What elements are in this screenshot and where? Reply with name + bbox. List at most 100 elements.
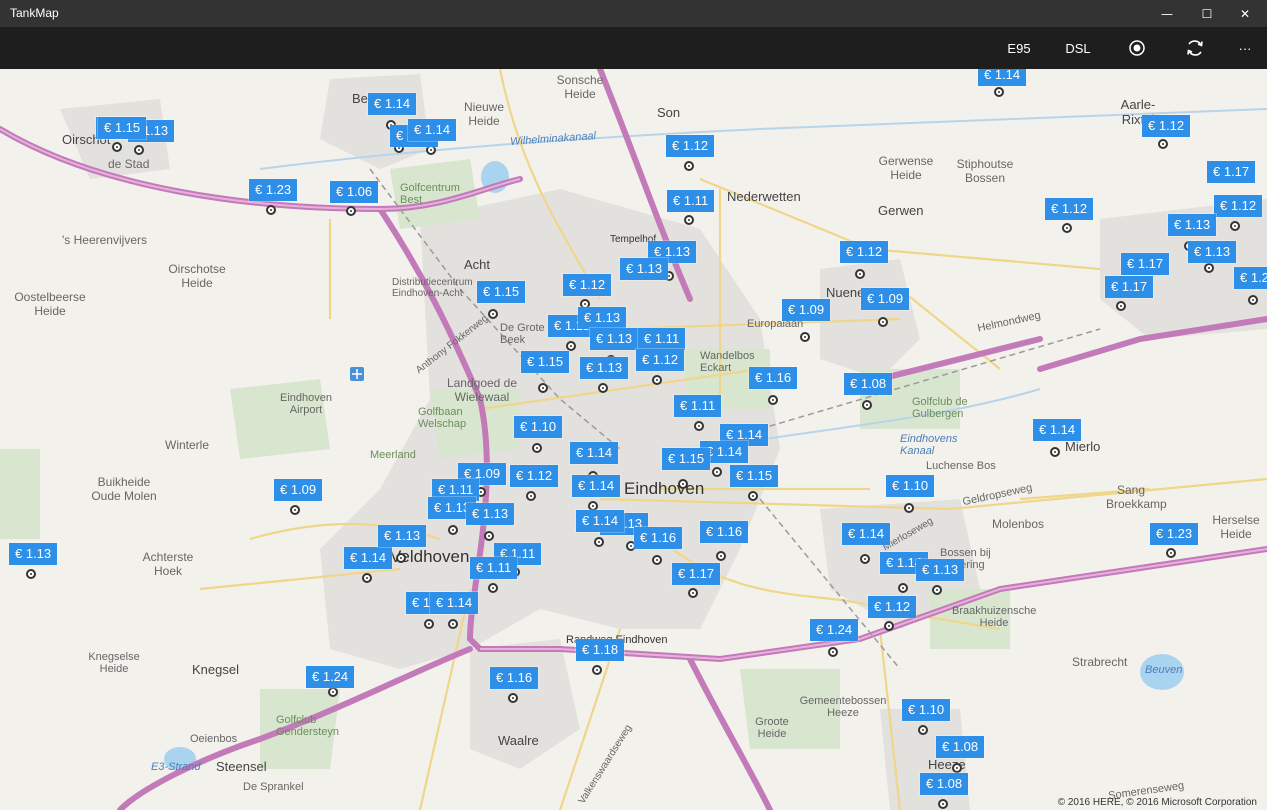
price-label[interactable]: € 1.08: [936, 736, 985, 758]
price-label[interactable]: € 1.12: [1214, 195, 1263, 217]
price-label[interactable]: € 1.13: [916, 559, 965, 581]
close-button[interactable]: ✕: [1223, 0, 1267, 27]
price-label[interactable]: € 1.14: [430, 592, 479, 614]
station-pin[interactable]: [904, 503, 914, 513]
price-label[interactable]: € 1.15: [730, 465, 779, 487]
station-pin[interactable]: [1230, 221, 1240, 231]
station-pin[interactable]: [134, 145, 144, 155]
price-label[interactable]: € 1.11: [470, 557, 518, 579]
price-label[interactable]: € 1.18: [576, 639, 625, 661]
price-label[interactable]: € 1.13: [378, 525, 427, 547]
price-label[interactable]: € 1.24: [1234, 267, 1267, 289]
station-pin[interactable]: [828, 647, 838, 657]
map-canvas[interactable]: Best Nieuwe Heide Sonsche Heide Son Oirs…: [0, 69, 1267, 810]
price-label[interactable]: € 1.13: [466, 503, 515, 525]
station-pin[interactable]: [532, 443, 542, 453]
station-pin[interactable]: [800, 332, 810, 342]
station-pin[interactable]: [1050, 447, 1060, 457]
minimize-button[interactable]: —: [1145, 0, 1189, 27]
price-label[interactable]: € 1.12: [868, 596, 917, 618]
station-pin[interactable]: [898, 583, 908, 593]
station-pin[interactable]: [938, 799, 948, 809]
station-pin[interactable]: [694, 421, 704, 431]
station-pin[interactable]: [594, 537, 604, 547]
station-pin[interactable]: [748, 491, 758, 501]
station-pin[interactable]: [362, 573, 372, 583]
price-label[interactable]: € 1.12: [1045, 198, 1094, 220]
price-label[interactable]: € 1.14: [576, 510, 625, 532]
price-label[interactable]: € 1.16: [634, 527, 683, 549]
price-label[interactable]: € 1.12: [666, 135, 715, 157]
price-label[interactable]: € 1.17: [672, 563, 721, 585]
station-pin[interactable]: [652, 375, 662, 385]
station-pin[interactable]: [1248, 295, 1258, 305]
station-pin[interactable]: [684, 215, 694, 225]
price-label[interactable]: € 1.13: [580, 357, 629, 379]
station-pin[interactable]: [484, 531, 494, 541]
station-pin[interactable]: [26, 569, 36, 579]
station-pin[interactable]: [952, 763, 962, 773]
price-label-overlay[interactable]: € 1.15: [98, 117, 147, 139]
price-label[interactable]: € 1.13: [590, 328, 639, 350]
price-label[interactable]: € 1.24: [810, 619, 859, 641]
station-pin[interactable]: [688, 588, 698, 598]
station-pin[interactable]: [878, 317, 888, 327]
price-label[interactable]: € 1.14: [368, 93, 417, 115]
price-label[interactable]: € 1.17: [1105, 276, 1154, 298]
price-label[interactable]: € 1.10: [902, 699, 951, 721]
price-label[interactable]: € 1.23: [1150, 523, 1199, 545]
price-label[interactable]: € 1.09: [782, 299, 831, 321]
station-pin[interactable]: [684, 161, 694, 171]
price-label[interactable]: € 1.14: [842, 523, 891, 545]
price-label[interactable]: € 1.13: [1168, 214, 1217, 236]
price-label[interactable]: € 1.13: [9, 543, 58, 565]
station-pin[interactable]: [448, 619, 458, 629]
price-label[interactable]: € 1.08: [844, 373, 893, 395]
station-pin[interactable]: [1166, 548, 1176, 558]
station-pin[interactable]: [860, 554, 870, 564]
price-label[interactable]: € 1.14: [1033, 419, 1082, 441]
station-pin[interactable]: [424, 619, 434, 629]
station-pin[interactable]: [862, 400, 872, 410]
price-label[interactable]: € 1.11: [667, 190, 715, 212]
station-pin[interactable]: [508, 693, 518, 703]
station-pin[interactable]: [526, 491, 536, 501]
price-label[interactable]: € 1.09: [861, 288, 910, 310]
station-pin[interactable]: [396, 553, 406, 563]
station-pin[interactable]: [538, 383, 548, 393]
station-pin[interactable]: [592, 665, 602, 675]
station-pin[interactable]: [266, 205, 276, 215]
station-pin[interactable]: [566, 341, 576, 351]
station-pin[interactable]: [994, 87, 1004, 97]
locate-button[interactable]: [1120, 27, 1154, 69]
price-label[interactable]: € 1.17: [1121, 253, 1170, 275]
price-label[interactable]: € 1.12: [510, 465, 559, 487]
price-label[interactable]: € 1.10: [886, 475, 935, 497]
station-pin[interactable]: [678, 479, 688, 489]
station-pin[interactable]: [716, 551, 726, 561]
fuel-dsl-button[interactable]: DSL: [1058, 27, 1098, 69]
station-pin[interactable]: [1204, 263, 1214, 273]
station-pin[interactable]: [598, 383, 608, 393]
price-label[interactable]: € 1.09: [274, 479, 323, 501]
price-label[interactable]: € 1.24: [306, 666, 355, 688]
price-label[interactable]: € 1.14: [408, 119, 457, 141]
price-label[interactable]: € 1.14: [572, 475, 621, 497]
price-label-overlay[interactable]: € 1.13: [620, 258, 669, 280]
price-label[interactable]: € 1.13: [1188, 241, 1237, 263]
station-pin[interactable]: [488, 583, 498, 593]
station-pin[interactable]: [112, 142, 122, 152]
station-pin[interactable]: [768, 395, 778, 405]
station-pin[interactable]: [448, 525, 458, 535]
price-label[interactable]: € 1.14: [570, 442, 619, 464]
price-label[interactable]: € 1.14: [978, 69, 1027, 86]
station-pin[interactable]: [1062, 223, 1072, 233]
station-pin[interactable]: [652, 555, 662, 565]
station-pin[interactable]: [932, 585, 942, 595]
price-label[interactable]: € 1.17: [1207, 161, 1256, 183]
price-label[interactable]: € 1.16: [749, 367, 798, 389]
station-pin[interactable]: [290, 505, 300, 515]
price-label[interactable]: € 1.13: [578, 307, 627, 329]
price-label[interactable]: € 1.12: [1142, 115, 1191, 137]
station-pin[interactable]: [918, 725, 928, 735]
